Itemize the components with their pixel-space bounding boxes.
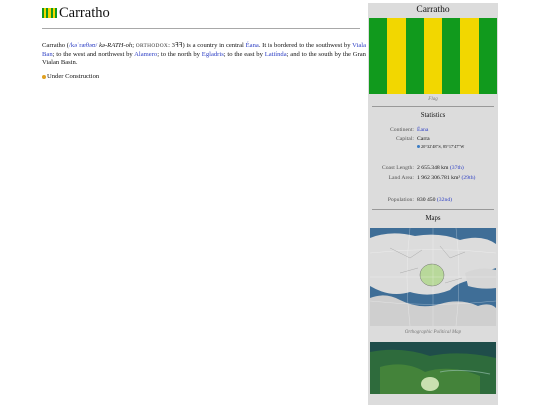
status-text: Under Construction (47, 72, 100, 80)
population-label: Population: (387, 197, 414, 203)
maps-heading: Maps (425, 215, 441, 222)
title-divider (42, 28, 360, 29)
infobox-title: Carratho (416, 5, 450, 15)
flag-image[interactable] (369, 18, 497, 94)
coast-row: Coast Length: 2 655.348 km (37th) (368, 165, 498, 172)
capital-value: Carra (417, 136, 430, 142)
coast-value: 2 655.348 km (417, 165, 449, 171)
intro-text-2: . It is bordered to the southwest by (258, 42, 351, 49)
coast-label: Coast Length: (381, 165, 414, 171)
intro-text-1: is a country in central (186, 42, 244, 49)
land-row: Land Area: 1 962 306.781 km² (29th) (368, 175, 498, 182)
ipa-link[interactable]: /kəˈræθəʊ/ (69, 42, 97, 49)
land-value: 1 962 306.781 km² (417, 175, 461, 181)
pronunciation: kə-RATH-oh (99, 42, 133, 49)
second-map-image[interactable] (370, 342, 496, 394)
infobox: Carratho Flag Statistics Continent: Éana… (368, 3, 498, 405)
flag-mini-icon (42, 8, 57, 18)
continent-label: Continent: (389, 127, 414, 133)
intro-paragraph: Carratho (/kəˈræθəʊ/ kə-RATH-oh; ORTHODO… (42, 42, 367, 66)
map-caption: Orthographic Political Map (404, 330, 462, 335)
continent-row: Continent: Éana (368, 127, 498, 134)
intro-text-5: ; to the east by (223, 50, 263, 58)
intro-text-3: ; to the west and northwest by (52, 50, 133, 58)
statistics-heading: Statistics (420, 112, 446, 119)
alamero-link[interactable]: Alamero (134, 51, 157, 58)
latiinda-link[interactable]: Latiínda (265, 51, 287, 58)
capital-coords[interactable]: 20°32′48″S, 85°17′47″W (417, 143, 498, 150)
infobox-divider-2 (372, 209, 494, 210)
flag-caption: Flag (428, 97, 438, 102)
population-rank-link[interactable]: (32nd) (437, 197, 452, 203)
script-value: 3ꟻꟻ (171, 42, 183, 49)
article-body: Carratho Carratho (/kəˈræθəʊ/ kə-RATH-oh… (42, 6, 366, 81)
page-title: Carratho (59, 5, 110, 21)
land-rank-link[interactable]: (29th) (462, 175, 476, 181)
population-row: Population: 830 450 (32nd) (368, 197, 498, 204)
continent-link[interactable]: Éana (246, 42, 259, 49)
satellite-map-icon (370, 342, 496, 394)
continent-value-link[interactable]: Éana (417, 127, 428, 133)
intro-name: Carratho (42, 42, 66, 49)
title-row: Carratho (42, 6, 360, 20)
capital-row: Capital: Carra 20°32′48″S, 85°17′47″W (368, 136, 498, 150)
capital-label: Capital: (395, 136, 414, 142)
globe-map-icon (370, 228, 496, 326)
globe-icon (417, 145, 420, 148)
status-line: Under Construction (42, 73, 360, 81)
bullet-icon (42, 74, 46, 79)
intro-text-4: ; to the north by (157, 50, 200, 58)
land-label: Land Area: (388, 175, 414, 181)
infobox-divider (372, 106, 494, 107)
script-label: ORTHODOX (135, 43, 169, 49)
political-map-image[interactable] (370, 228, 496, 326)
coast-rank-link[interactable]: (37th) (450, 165, 464, 171)
population-value: 830 450 (417, 197, 436, 203)
egladris-link[interactable]: Egladris (202, 51, 224, 58)
